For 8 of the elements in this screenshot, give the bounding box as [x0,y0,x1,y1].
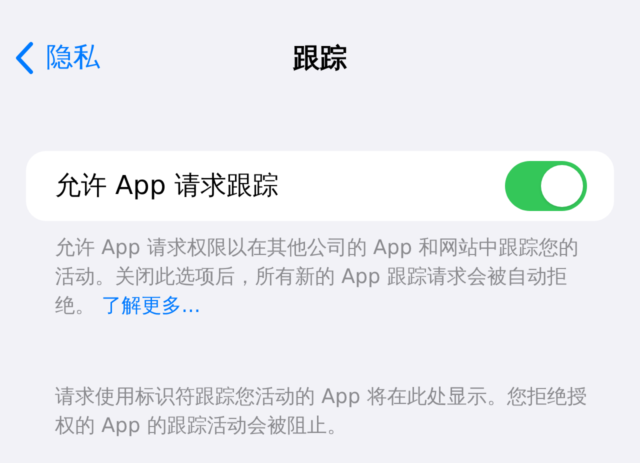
footer-text: 允许 App 请求权限以在其他公司的 App 和网站中跟踪您的活动。关闭此选项后，所有新的 App 跟踪请求会被自动拒绝。 了解更多... [54,234,580,319]
page-title: 跟踪 [293,42,347,76]
note-text: 请求使用标识符跟踪您活动的 App 将在此处显示。您拒绝授权的 App 的跟踪活动会被阻止。 [54,383,588,439]
toggle-switch[interactable] [505,161,587,211]
back-button[interactable]: 隐私 [14,38,100,78]
chevron-left-icon [14,41,34,76]
learn-more-link[interactable]: 了解更多... [101,293,200,317]
setting-label: 允许 App 请求跟踪 [55,170,278,202]
